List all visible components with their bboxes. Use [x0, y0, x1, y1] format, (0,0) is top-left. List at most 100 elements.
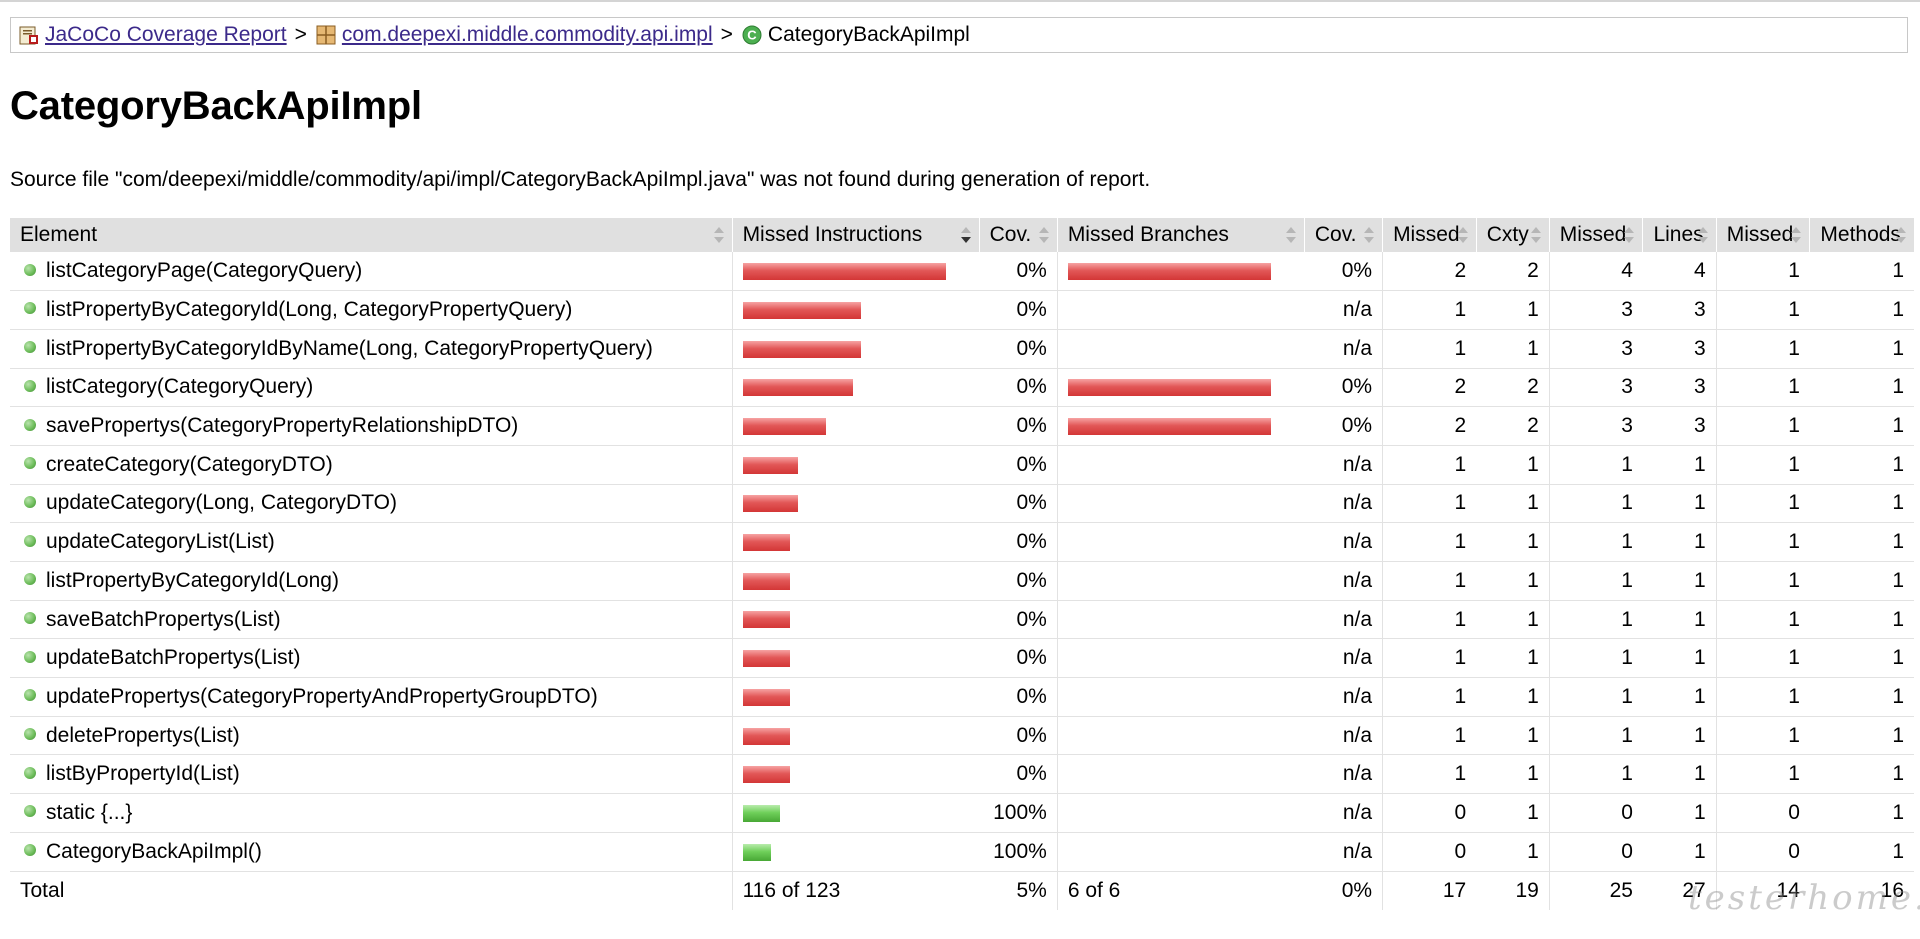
table-row: updatePropertys(CategoryPropertyAndPrope… [10, 677, 1914, 717]
missed-branches-bar [1067, 379, 1271, 397]
method-cell[interactable]: listCategory(CategoryQuery) [10, 368, 733, 408]
column-header-element[interactable]: Element [10, 218, 733, 252]
complexity-cell: 2 [1476, 368, 1550, 408]
missed-lines-cell: 3 [1548, 290, 1643, 330]
column-header-complexity[interactable]: Cxty [1475, 218, 1550, 252]
missed-instructions-bar [742, 418, 826, 436]
method-cell[interactable]: static {...} [10, 793, 733, 833]
instruction-coverage-cell: 0% [979, 329, 1058, 369]
breadcrumb: JaCoCo Coverage Report > com.deepexi.mid… [10, 17, 1908, 53]
methods-cell: 1 [1809, 329, 1914, 369]
lines-cell: 3 [1642, 406, 1717, 446]
method-name[interactable]: saveBatchPropertys(List) [46, 608, 281, 631]
missed-instructions-cell [731, 252, 980, 292]
method-cell[interactable]: listPropertyByCategoryId(Long) [10, 561, 733, 601]
missed-branches-cell [1056, 561, 1305, 601]
breadcrumb-separator: > [720, 23, 733, 46]
page-title: CategoryBackApiImpl [10, 84, 422, 128]
breadcrumb-current: CategoryBackApiImpl [767, 23, 970, 46]
method-name[interactable]: listPropertyByCategoryId(Long) [46, 569, 339, 592]
method-name[interactable]: CategoryBackApiImpl() [46, 840, 262, 863]
method-name[interactable]: listCategory(CategoryQuery) [46, 375, 313, 398]
breadcrumb-package-link[interactable]: com.deepexi.middle.commodity.api.impl [342, 23, 713, 47]
method-name[interactable]: static {...} [46, 801, 132, 824]
method-name[interactable]: updatePropertys(CategoryPropertyAndPrope… [46, 685, 598, 708]
method-name[interactable]: createCategory(CategoryDTO) [46, 453, 333, 476]
missed-lines-cell: 1 [1548, 754, 1643, 795]
missed-branches-cell [1056, 445, 1305, 485]
method-name[interactable]: listCategoryPage(CategoryQuery) [46, 259, 362, 282]
instruction-coverage-cell: 0% [979, 290, 1058, 330]
instruction-coverage-cell: 0% [979, 484, 1058, 524]
method-cell[interactable]: updatePropertys(CategoryPropertyAndPrope… [10, 677, 733, 717]
method-name[interactable]: savePropertys(CategoryPropertyRelationsh… [46, 414, 518, 437]
column-header-missed-instructions[interactable]: Missed Instructions [731, 218, 980, 252]
method-icon [24, 611, 36, 624]
method-cell[interactable]: listByPropertyId(List) [10, 754, 733, 795]
missed-instructions-bar [742, 766, 790, 784]
missed-instructions-cell [731, 638, 980, 679]
total-complexity: 19 [1515, 878, 1539, 902]
breadcrumb-root-link[interactable]: JaCoCo Coverage Report [45, 23, 287, 47]
missed-lines-cell: 0 [1548, 793, 1643, 833]
method-cell[interactable]: saveBatchPropertys(List) [10, 600, 733, 640]
method-cell[interactable]: listCategoryPage(CategoryQuery) [10, 252, 733, 292]
method-name[interactable]: updateBatchPropertys(List) [46, 646, 300, 669]
column-header-lines[interactable]: Lines [1642, 218, 1717, 252]
method-cell[interactable]: updateBatchPropertys(List) [10, 638, 733, 679]
method-cell[interactable]: listPropertyByCategoryIdByName(Long, Cat… [10, 329, 733, 369]
method-cell[interactable]: deletePropertys(List) [10, 716, 733, 756]
sort-icon [1364, 227, 1375, 243]
method-icon [24, 379, 36, 392]
missed-methods-cell: 1 [1715, 677, 1810, 717]
missed-methods-cell: 1 [1715, 484, 1810, 524]
missed-branches-cell [1056, 754, 1305, 795]
methods-cell: 1 [1809, 600, 1914, 640]
method-cell[interactable]: listPropertyByCategoryId(Long, CategoryP… [10, 290, 733, 330]
method-name[interactable]: listPropertyByCategoryIdByName(Long, Cat… [46, 337, 653, 360]
branch-coverage-cell: n/a [1304, 677, 1383, 717]
column-header-branch-coverage[interactable]: Cov. [1303, 218, 1383, 252]
table-row: saveBatchPropertys(List) 0% n/a 1 1 1 1 1 1 [10, 600, 1914, 640]
column-header-missed-lines[interactable]: Missed [1548, 218, 1643, 252]
methods-cell: 1 [1809, 638, 1914, 679]
methods-cell: 1 [1809, 445, 1914, 485]
method-icon [24, 457, 36, 470]
missed-lines-cell: 1 [1548, 484, 1643, 524]
breadcrumb-separator: > [294, 23, 307, 46]
total-lines: 27 [1682, 878, 1706, 902]
method-cell[interactable]: updateCategoryList(List) [10, 522, 733, 562]
column-header-missed-complexity[interactable]: Missed [1382, 218, 1477, 252]
branch-coverage-cell: 0% [1304, 406, 1383, 446]
missed-instructions-bar [742, 727, 790, 745]
missed-instructions-bar [742, 456, 798, 474]
method-name[interactable]: listByPropertyId(List) [46, 762, 240, 785]
lines-cell: 1 [1642, 484, 1717, 524]
methods-cell: 1 [1809, 561, 1914, 601]
method-name[interactable]: updateCategoryList(List) [46, 530, 275, 553]
method-cell[interactable]: savePropertys(CategoryPropertyRelationsh… [10, 406, 733, 446]
missed-methods-cell: 1 [1715, 716, 1810, 756]
column-header-methods[interactable]: Methods [1809, 218, 1914, 252]
table-row: listPropertyByCategoryId(Long, CategoryP… [10, 290, 1914, 330]
svg-text:C: C [747, 28, 757, 43]
missed-lines-cell: 1 [1548, 600, 1643, 640]
methods-cell: 1 [1809, 368, 1914, 408]
complexity-cell: 1 [1476, 793, 1550, 833]
instruction-coverage-cell: 0% [979, 522, 1058, 562]
method-icon [24, 573, 36, 586]
column-header-missed-branches[interactable]: Missed Branches [1056, 218, 1305, 252]
method-cell[interactable]: updateCategory(Long, CategoryDTO) [10, 484, 733, 524]
method-name[interactable]: deletePropertys(List) [46, 724, 240, 747]
branch-coverage-cell: 0% [1304, 252, 1383, 292]
column-header-missed-methods[interactable]: Missed [1715, 218, 1810, 252]
lines-cell: 1 [1642, 638, 1717, 679]
column-header-instruction-coverage[interactable]: Cov. [978, 218, 1058, 252]
missed-complexity-cell: 1 [1382, 600, 1477, 640]
missed-lines-cell: 3 [1548, 329, 1643, 369]
method-cell[interactable]: createCategory(CategoryDTO) [10, 445, 733, 485]
method-cell[interactable]: CategoryBackApiImpl() [10, 832, 733, 872]
method-name[interactable]: listPropertyByCategoryId(Long, CategoryP… [46, 298, 572, 321]
method-name[interactable]: updateCategory(Long, CategoryDTO) [46, 491, 397, 514]
complexity-cell: 1 [1476, 445, 1550, 485]
